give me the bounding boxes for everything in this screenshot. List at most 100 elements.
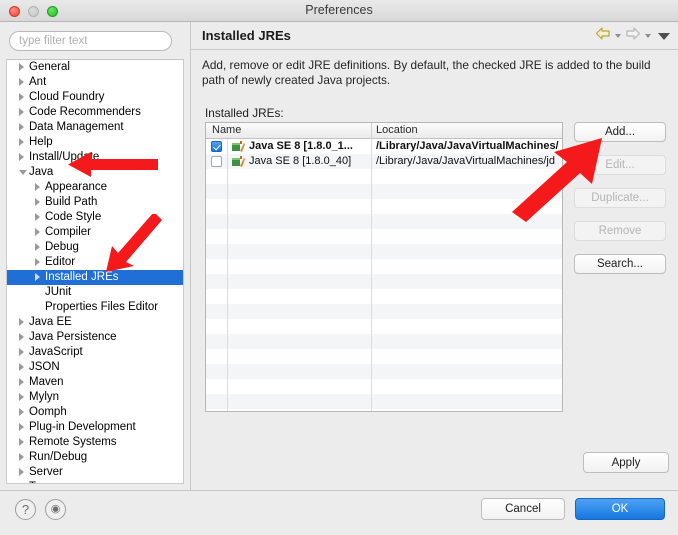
chevron-right-icon[interactable]: [19, 378, 24, 386]
sidebar-item-oomph[interactable]: Oomph: [7, 405, 183, 420]
sidebar-item-json[interactable]: JSON: [7, 360, 183, 375]
sidebar-item-code-recommenders[interactable]: Code Recommenders: [7, 105, 183, 120]
sidebar-item-mylyn[interactable]: Mylyn: [7, 390, 183, 405]
forward-dropdown-chevron-icon[interactable]: [645, 34, 651, 38]
jre-checkbox[interactable]: [211, 141, 222, 152]
column-header-location[interactable]: Location: [376, 124, 418, 136]
sidebar-item-code-style[interactable]: Code Style: [7, 210, 183, 225]
preferences-window: Preferences General Ant Cloud Foundry Code …: [0, 0, 678, 535]
chevron-right-icon[interactable]: [19, 408, 24, 416]
info-circle-icon[interactable]: ◉: [45, 499, 66, 520]
chevron-right-icon[interactable]: [19, 123, 24, 131]
sidebar-item-appearance[interactable]: Appearance: [7, 180, 183, 195]
installed-jres-table[interactable]: Name Location Java SE 8 [1.8.0_1... /Libr…: [205, 122, 563, 412]
sidebar-item-label: Build Path: [45, 196, 98, 208]
back-arrow-icon[interactable]: [595, 27, 611, 45]
sidebar-item-label: Team: [29, 480, 57, 483]
chevron-right-icon[interactable]: [19, 63, 24, 71]
sidebar-item-data-management[interactable]: Data Management: [7, 120, 183, 135]
remove-button: Remove: [574, 221, 666, 241]
table-row[interactable]: Java SE 8 [1.8.0_1... /Library/Java/JavaV…: [206, 139, 562, 154]
chevron-right-icon[interactable]: [19, 468, 24, 476]
table-empty-row: [206, 409, 562, 411]
sidebar-item-editor[interactable]: Editor: [7, 255, 183, 270]
chevron-right-icon[interactable]: [19, 108, 24, 116]
chevron-right-icon[interactable]: [19, 438, 24, 446]
sidebar-item-plug-in-development[interactable]: Plug-in Development: [7, 420, 183, 435]
chevron-right-icon[interactable]: [19, 363, 24, 371]
ok-button[interactable]: OK: [575, 498, 665, 520]
search-button[interactable]: Search...: [574, 254, 666, 274]
chevron-right-icon[interactable]: [35, 273, 40, 281]
sidebar-item-installed-jres[interactable]: Installed JREs: [7, 270, 183, 285]
chevron-right-icon[interactable]: [19, 423, 24, 431]
sidebar-item-label: JavaScript: [29, 346, 83, 358]
preferences-tree[interactable]: General Ant Cloud Foundry Code Recommenders…: [6, 59, 184, 484]
sidebar-item-help[interactable]: Help: [7, 135, 183, 150]
chevron-right-icon[interactable]: [35, 213, 40, 221]
chevron-right-icon[interactable]: [19, 483, 24, 484]
apply-button[interactable]: Apply: [583, 452, 669, 473]
sidebar-item-java-ee[interactable]: Java EE: [7, 315, 183, 330]
sidebar-item-label: General: [29, 61, 70, 73]
page-description: Add, remove or edit JRE definitions. By …: [202, 58, 651, 87]
view-menu-chevron-down-icon[interactable]: [658, 32, 670, 40]
sidebar-item-server[interactable]: Server: [7, 465, 183, 480]
table-empty-row: [206, 379, 562, 394]
chevron-right-icon[interactable]: [19, 138, 24, 146]
table-header-row: Name Location: [206, 123, 562, 139]
chevron-right-icon[interactable]: [19, 78, 24, 86]
chevron-right-icon[interactable]: [35, 243, 40, 251]
chevron-down-icon[interactable]: [19, 170, 27, 175]
table-row[interactable]: Java SE 8 [1.8.0_40] /Library/Java/JavaVi…: [206, 154, 562, 169]
question-mark-icon[interactable]: ?: [15, 499, 36, 520]
sidebar-item-ant[interactable]: Ant: [7, 75, 183, 90]
sidebar-item-label: Maven: [29, 376, 64, 388]
chevron-right-icon[interactable]: [35, 198, 40, 206]
sidebar-item-label: Java EE: [29, 316, 72, 328]
chevron-right-icon[interactable]: [19, 348, 24, 356]
chevron-right-icon[interactable]: [35, 183, 40, 191]
column-separator: [227, 139, 228, 411]
sidebar-item-maven[interactable]: Maven: [7, 375, 183, 390]
sidebar-item-build-path[interactable]: Build Path: [7, 195, 183, 210]
sidebar-item-debug[interactable]: Debug: [7, 240, 183, 255]
sidebar-item-compiler[interactable]: Compiler: [7, 225, 183, 240]
filter-input[interactable]: [9, 31, 172, 51]
sidebar-item-run-debug[interactable]: Run/Debug: [7, 450, 183, 465]
chevron-right-icon[interactable]: [19, 318, 24, 326]
chevron-right-icon[interactable]: [19, 333, 24, 341]
sidebar-item-javascript[interactable]: JavaScript: [7, 345, 183, 360]
column-header-name[interactable]: Name: [212, 124, 241, 136]
page-title: Installed JREs: [202, 28, 291, 43]
table-empty-row: [206, 334, 562, 349]
add-button[interactable]: Add...: [574, 122, 666, 142]
back-dropdown-chevron-icon[interactable]: [615, 34, 621, 38]
installed-jres-label: Installed JREs:: [205, 106, 284, 120]
sidebar-item-label: Plug-in Development: [29, 421, 136, 433]
table-empty-row: [206, 304, 562, 319]
chevron-right-icon[interactable]: [19, 153, 24, 161]
sidebar-item-java-persistence[interactable]: Java Persistence: [7, 330, 183, 345]
chevron-right-icon[interactable]: [19, 393, 24, 401]
chevron-right-icon[interactable]: [35, 228, 40, 236]
sidebar-item-junit[interactable]: JUnit: [7, 285, 183, 300]
cancel-button[interactable]: Cancel: [481, 498, 565, 520]
sidebar-item-label: Code Style: [45, 211, 102, 223]
chevron-right-icon[interactable]: [19, 93, 24, 101]
sidebar-item-cloud-foundry[interactable]: Cloud Foundry: [7, 90, 183, 105]
sidebar-item-general[interactable]: General: [7, 60, 183, 75]
table-empty-row: [206, 274, 562, 289]
chevron-right-icon[interactable]: [19, 453, 24, 461]
sidebar-item-remote-systems[interactable]: Remote Systems: [7, 435, 183, 450]
sidebar-item-java[interactable]: Java: [7, 165, 183, 180]
sidebar-item-install-update[interactable]: Install/Update: [7, 150, 183, 165]
sidebar-item-label: Code Recommenders: [29, 106, 141, 118]
sidebar-item-properties-files-editor[interactable]: Properties Files Editor: [7, 300, 183, 315]
chevron-right-icon[interactable]: [35, 258, 40, 266]
table-empty-row: [206, 214, 562, 229]
jre-icon: [232, 141, 245, 152]
jre-icon: [232, 156, 245, 167]
sidebar-item-team[interactable]: Team: [7, 480, 183, 484]
jre-checkbox[interactable]: [211, 156, 222, 167]
